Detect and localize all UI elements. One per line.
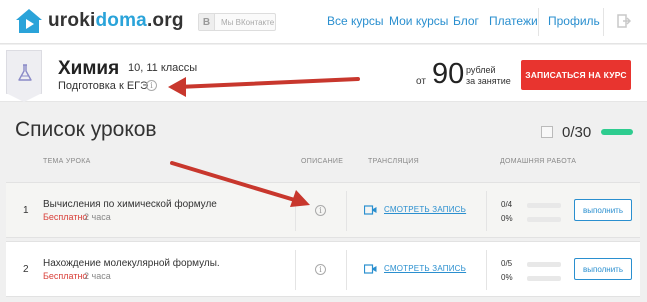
header-homework: ДОМАШНЯЯ РАБОТА (500, 158, 577, 165)
info-icon[interactable]: i (146, 80, 157, 91)
site-logo[interactable]: urokidoma.org (14, 7, 184, 35)
price-unit-rubles: рублей (466, 65, 496, 75)
lessons-section-title: Список уроков (15, 118, 157, 141)
table-row: 2 Нахождение молекулярной формулы. Беспл… (6, 241, 640, 297)
logo-text: urokidoma.org (48, 10, 184, 32)
table-row: 1 Вычисления по химической формуле Беспл… (6, 182, 640, 238)
homework-progress-bar (527, 203, 561, 208)
header-description: ОПИСАНИЕ (301, 158, 344, 165)
nav-profile[interactable]: Профиль (548, 14, 600, 28)
price-unit-per-lesson: за занятие (466, 76, 511, 86)
column-divider (486, 250, 487, 290)
watch-recording-link[interactable]: СМОТРЕТЬ ЗАПИСЬ (384, 264, 466, 273)
camera-icon (364, 264, 377, 274)
homework-count: 0/5 (501, 259, 513, 268)
column-divider (486, 191, 487, 231)
course-title: Химия (58, 58, 120, 79)
homework-count: 0/4 (501, 200, 513, 209)
nav-divider (538, 8, 539, 36)
vk-label: Мы ВКонтакте (221, 17, 275, 27)
enroll-button[interactable]: ЗАПИСАТЬСЯ НА КУРС (521, 60, 631, 90)
logo-part-doma: doma (95, 10, 147, 31)
homework-percent: 0% (501, 214, 513, 223)
column-divider (295, 250, 296, 290)
nav-payments[interactable]: Платежи (489, 14, 538, 28)
header-topic: ТЕМА УРОКА (43, 158, 91, 165)
lesson-title[interactable]: Нахождение молекулярной формулы. (43, 258, 220, 269)
lesson-title[interactable]: Вычисления по химической формуле (43, 199, 217, 210)
price-value: 90 (432, 58, 465, 90)
exit-icon[interactable] (617, 14, 631, 28)
homework-percent: 0% (501, 273, 513, 282)
course-grades: 10, 11 классы (128, 62, 198, 74)
price-unit: рублей за занятие (466, 65, 511, 87)
lesson-price: Бесплатно (43, 271, 88, 281)
complete-homework-button[interactable]: выполнить (574, 258, 632, 280)
info-icon[interactable]: i (315, 264, 326, 275)
lessons-progress: 0/30 (562, 124, 592, 141)
book-icon (541, 126, 553, 138)
nav-blog[interactable]: Блог (453, 14, 479, 28)
column-divider (295, 191, 296, 231)
price-from: от (416, 76, 426, 87)
lesson-duration: 2 часа (84, 271, 111, 281)
info-icon[interactable]: i (315, 205, 326, 216)
subject-badge (6, 50, 42, 102)
lesson-duration: 2 часа (84, 212, 111, 222)
nav-all-courses[interactable]: Все курсы (327, 14, 384, 28)
progress-pill (601, 129, 633, 135)
watch-recording-link[interactable]: СМОТРЕТЬ ЗАПИСЬ (384, 205, 466, 214)
logo-part-uroki: uroki (48, 10, 96, 31)
column-divider (346, 191, 347, 231)
complete-homework-button[interactable]: выполнить (574, 199, 632, 221)
logo-part-org: .org (146, 10, 184, 31)
nav-my-courses[interactable]: Мои курсы (389, 14, 448, 28)
lesson-number: 2 (23, 264, 29, 275)
lesson-price: Бесплатно (43, 212, 88, 222)
homework-progress-bar (527, 262, 561, 267)
vk-icon: В (199, 14, 215, 30)
camera-icon (364, 205, 377, 215)
nav-divider (603, 8, 604, 36)
course-subtitle: Подготовка к ЕГЭ (58, 80, 149, 92)
vk-link[interactable]: В Мы ВКонтакте (198, 13, 276, 31)
top-navbar: urokidoma.org В Мы ВКонтакте Все курсы М… (0, 0, 647, 44)
column-divider (346, 250, 347, 290)
homework-progress-bar (527, 217, 561, 222)
house-logo-icon (16, 9, 42, 33)
flask-icon (18, 64, 32, 81)
lesson-number: 1 (23, 205, 29, 216)
homework-progress-bar (527, 276, 561, 281)
header-broadcast: ТРАНСЛЯЦИЯ (368, 158, 419, 165)
